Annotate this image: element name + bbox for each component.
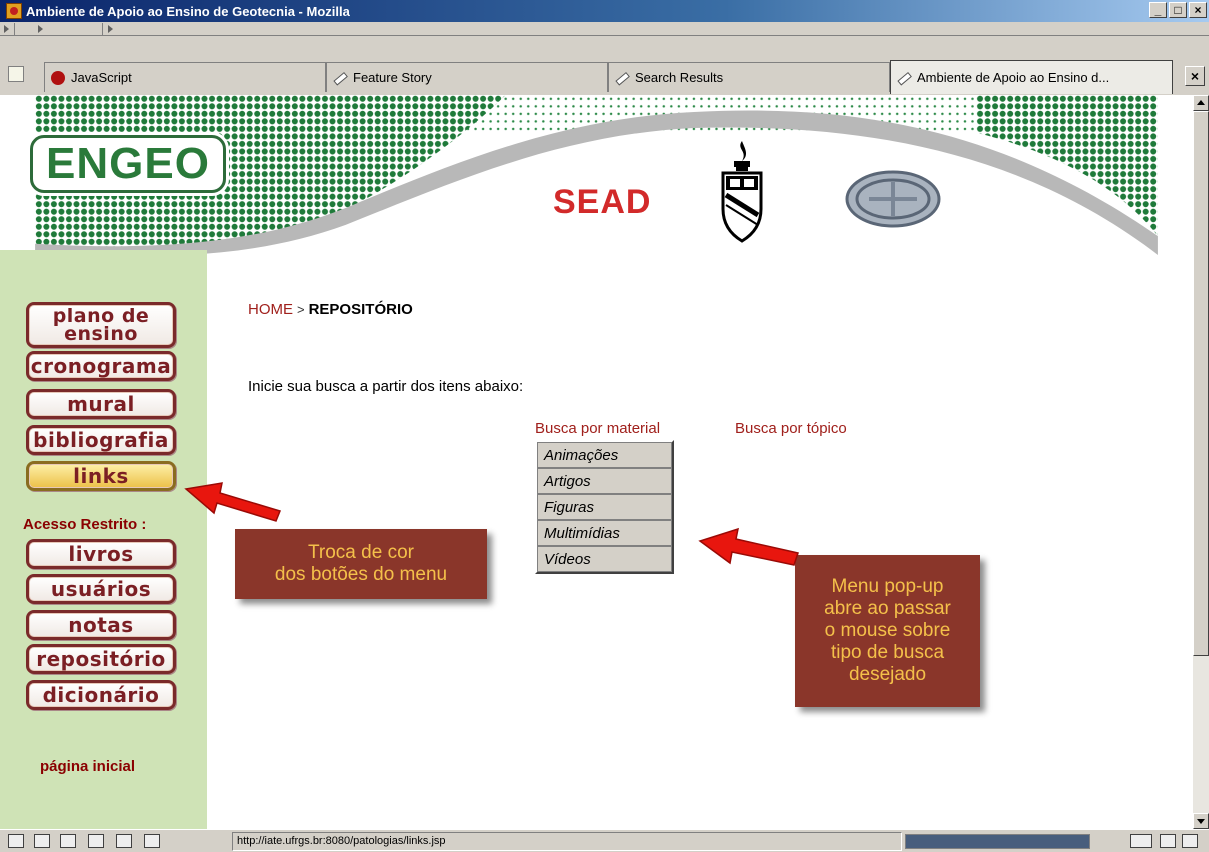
scroll-thumb[interactable] — [1193, 111, 1209, 656]
mail-icon[interactable] — [34, 834, 50, 848]
menu-usuarios[interactable]: usuários — [26, 574, 176, 604]
callout-line: desejado — [848, 664, 927, 685]
new-tab-icon[interactable] — [8, 66, 24, 82]
breadcrumb-current: REPOSITÓRIO — [308, 301, 413, 318]
pencil-icon — [612, 68, 632, 88]
callout-line: Menu pop-up — [831, 576, 944, 597]
tab-label: Ambiente de Apoio ao Ensino d... — [917, 70, 1110, 85]
javascript-icon — [51, 70, 65, 85]
cookie-icon — [1160, 834, 1176, 848]
menu-label: ensino — [64, 323, 138, 345]
pencil-icon — [894, 68, 914, 88]
connection-icon — [1130, 834, 1152, 848]
minimize-button[interactable]: _ — [1149, 2, 1167, 18]
callout-menu-color: Troca de cor dos botões do menu — [235, 529, 487, 599]
popup-item-videos[interactable]: Vídeos — [537, 546, 672, 572]
menu-mural[interactable]: mural — [26, 389, 176, 419]
tab-javascript[interactable]: JavaScript — [44, 62, 326, 92]
popup-item-multimidias[interactable]: Multimídias — [537, 520, 672, 546]
separator — [14, 23, 15, 35]
menu-repositorio[interactable]: repositório — [26, 644, 176, 674]
tab-label: JavaScript — [71, 70, 132, 85]
maximize-button[interactable]: □ — [1169, 2, 1187, 18]
callout-line: Troca de cor — [308, 542, 414, 563]
lock-icon — [1182, 834, 1198, 848]
menu-bibliografia[interactable]: bibliografia — [26, 425, 176, 455]
menu-dicionario[interactable]: dicionário — [26, 680, 176, 710]
tab-search-results[interactable]: Search Results — [608, 62, 890, 92]
tab-label: Feature Story — [353, 70, 432, 85]
intro-text: Inicie sua busca a partir dos itens abai… — [248, 378, 524, 395]
progress-bar — [905, 834, 1090, 849]
status-url-text: http://iate.ufrgs.br:8080/patologias/lin… — [232, 832, 902, 851]
breadcrumb: HOME > REPOSITÓRIO — [248, 301, 413, 318]
close-tab-button[interactable]: × — [1185, 66, 1205, 86]
sidebar-menu: plano de ensino cronograma mural bibliog… — [0, 250, 207, 829]
pencil-icon — [330, 68, 350, 88]
breadcrumb-home-link[interactable]: HOME — [248, 301, 293, 318]
callout-popup-menu: Menu pop-up abre ao passar o mouse sobre… — [795, 555, 980, 707]
toolbar-grip-icon[interactable] — [2, 24, 10, 34]
restricted-access-label: Acesso Restrito : — [23, 516, 147, 533]
vertical-scrollbar[interactable] — [1193, 95, 1209, 829]
toolbar-grip-icon[interactable] — [36, 24, 44, 34]
menu-notas[interactable]: notas — [26, 610, 176, 640]
breadcrumb-separator: > — [297, 302, 305, 317]
search-by-material-link[interactable]: Busca por material — [535, 420, 660, 437]
close-button[interactable]: × — [1189, 2, 1207, 18]
callout-line: abre ao passar — [824, 598, 951, 619]
separator — [102, 23, 103, 35]
window-title-bar: Ambiente de Apoio ao Ensino de Geotecnia… — [0, 0, 1209, 22]
menu-livros[interactable]: livros — [26, 539, 176, 569]
toolbar-grip-strip — [0, 22, 1209, 36]
page-viewport: ENGEO SEAD plano de ensino cronograma mu… — [0, 95, 1193, 829]
popup-item-figuras[interactable]: Figuras — [537, 494, 672, 520]
scroll-up-button[interactable] — [1193, 95, 1209, 111]
red-arrow-icon — [698, 527, 799, 566]
menu-links[interactable]: links — [26, 461, 176, 491]
material-popup-menu: Animações Artigos Figuras Multimídias Ví… — [535, 440, 674, 574]
window-controls: _ □ × — [1149, 2, 1207, 18]
tab-bar: JavaScript Feature Story Search Results … — [0, 36, 1209, 95]
callout-line: o mouse sobre — [824, 620, 951, 641]
callout-line: tipo de busca — [830, 642, 945, 663]
navigator-icon[interactable] — [8, 834, 24, 848]
status-bar: http://iate.ufrgs.br:8080/patologias/lin… — [0, 829, 1209, 852]
popup-item-animacoes[interactable]: Animações — [537, 442, 672, 468]
scroll-down-button[interactable] — [1193, 813, 1209, 829]
composer-icon[interactable] — [60, 834, 76, 848]
chatzilla-icon[interactable] — [116, 834, 132, 848]
callout-line: dos botões do menu — [274, 564, 448, 585]
editor-icon[interactable] — [144, 834, 160, 848]
mozilla-app-icon — [6, 3, 22, 19]
toolbar-grip-icon[interactable] — [106, 24, 114, 34]
menu-plano-de-ensino[interactable]: plano de ensino — [26, 302, 176, 348]
red-arrow-icon — [184, 482, 282, 522]
search-by-topic-link[interactable]: Busca por tópico — [735, 420, 847, 437]
window-title: Ambiente de Apoio ao Ensino de Geotecnia… — [26, 3, 350, 19]
popup-item-artigos[interactable]: Artigos — [537, 468, 672, 494]
tab-label: Search Results — [635, 70, 724, 85]
ead-logo-icon — [845, 170, 941, 228]
engeo-logo: ENGEO — [30, 135, 226, 193]
home-page-link[interactable]: página inicial — [40, 758, 135, 775]
address-book-icon[interactable] — [88, 834, 104, 848]
menu-cronograma[interactable]: cronograma — [26, 351, 176, 381]
tab-feature-story[interactable]: Feature Story — [326, 62, 608, 92]
tab-ambiente[interactable]: Ambiente de Apoio ao Ensino d... — [890, 60, 1173, 94]
university-crest-icon — [721, 141, 763, 243]
sead-logo: SEAD — [553, 183, 652, 221]
